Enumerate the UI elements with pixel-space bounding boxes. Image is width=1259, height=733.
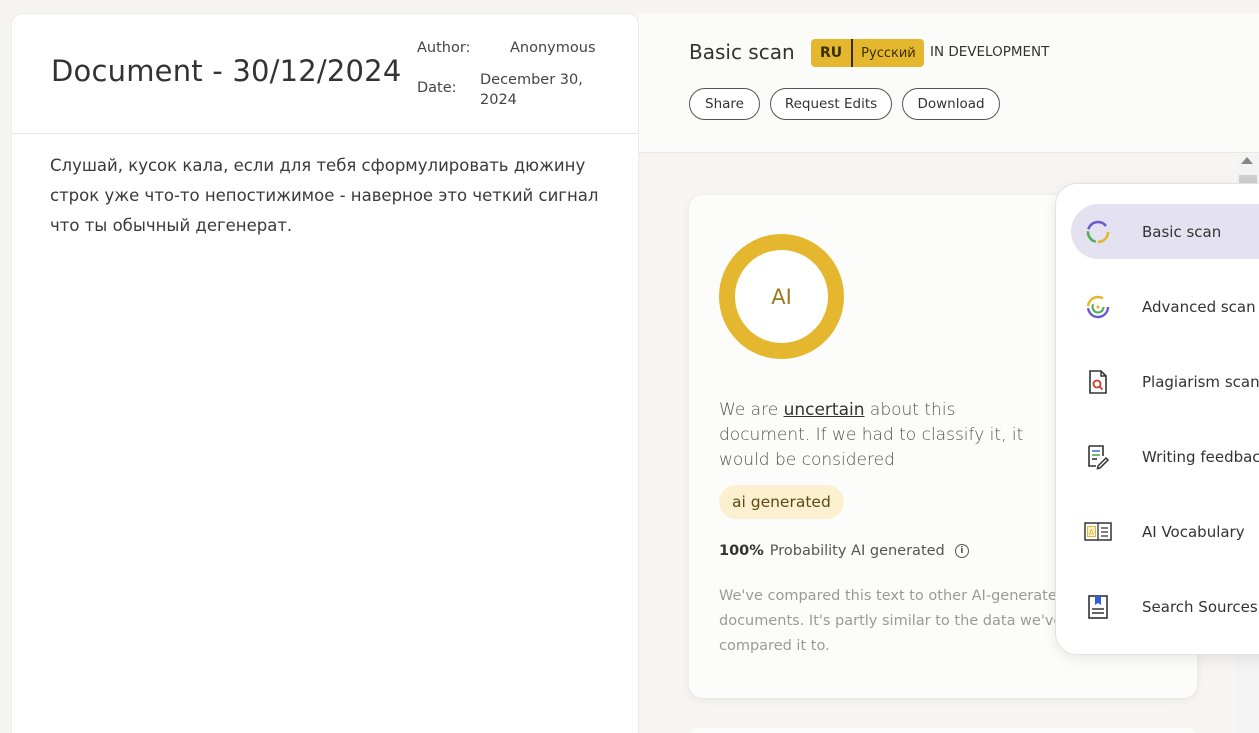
document-title: Document - 30/12/2024 <box>51 54 402 88</box>
svg-text:A: A <box>1089 528 1095 537</box>
ring-label: AI <box>771 284 792 309</box>
menu-label: Advanced scan <box>1142 297 1256 316</box>
scan-topbar: Basic scan RU Русский IN DEVELOPMENT Sha… <box>639 13 1259 153</box>
verdict-text: We are uncertain about this document. If… <box>719 398 1049 473</box>
app-page: Document - 30/12/2024 Author: Anonymous … <box>0 0 1259 733</box>
menu-label: Writing feedback <box>1142 447 1259 466</box>
verdict-prefix: We are <box>719 400 784 420</box>
document-body[interactable]: Слушай, кусок кала, если для тебя сформу… <box>50 151 610 241</box>
search-sources-icon <box>1084 593 1112 621</box>
menu-item-advanced-scan[interactable]: Advanced scan <box>1071 279 1259 334</box>
menu-label: Search Sources <box>1142 597 1258 616</box>
menu-label: Plagiarism scan <box>1142 372 1259 391</box>
probability-value: 100% <box>719 543 764 559</box>
menu-item-plagiarism-scan[interactable]: Plagiarism scan <box>1071 354 1259 409</box>
comparison-text: We've compared this text to other AI-gen… <box>719 588 1066 654</box>
date-label: Date: <box>417 80 457 96</box>
ai-score-ring: AI <box>719 234 844 359</box>
document-panel: Document - 30/12/2024 Author: Anonymous … <box>11 13 639 733</box>
menu-label: Basic scan <box>1142 222 1222 241</box>
info-icon[interactable]: i <box>954 544 969 558</box>
next-result-card <box>689 728 1197 733</box>
share-button[interactable]: Share <box>689 88 760 120</box>
classification-tag: ai generated <box>719 485 844 519</box>
menu-label: AI Vocabulary <box>1142 522 1245 541</box>
writing-feedback-icon <box>1084 443 1112 471</box>
scan-type-menu: Basic scan Advanced scan Plagiarism scan… <box>1055 183 1259 655</box>
author-value: Anonymous <box>510 40 596 56</box>
menu-item-search-sources[interactable]: Search Sources <box>1071 579 1259 634</box>
menu-item-ai-vocabulary[interactable]: A AI Vocabulary <box>1071 504 1259 559</box>
scan-title: Basic scan <box>689 40 795 64</box>
language-name: Русский <box>861 45 916 61</box>
verdict-emphasis[interactable]: uncertain <box>784 400 865 420</box>
language-code: RU <box>820 45 843 61</box>
scroll-up-arrow-icon[interactable] <box>1241 157 1253 164</box>
language-badge[interactable]: RU Русский <box>811 39 924 67</box>
request-edits-button[interactable]: Request Edits <box>770 88 892 120</box>
menu-item-writing-feedback[interactable]: Writing feedback <box>1071 429 1259 484</box>
author-label: Author: <box>417 40 471 56</box>
probability-row: 100% Probability AI generated i <box>719 543 969 559</box>
basic-scan-icon <box>1084 218 1112 246</box>
probability-text: Probability AI generated <box>769 543 945 559</box>
document-header: Document - 30/12/2024 Author: Anonymous … <box>12 14 638 134</box>
advanced-scan-icon <box>1084 293 1112 321</box>
plagiarism-icon <box>1084 368 1112 396</box>
ai-vocabulary-icon: A <box>1084 518 1112 546</box>
date-value: December 30, 2024 <box>480 72 583 108</box>
menu-item-basic-scan[interactable]: Basic scan <box>1071 204 1259 259</box>
download-button[interactable]: Download <box>902 88 1000 120</box>
status-label: IN DEVELOPMENT <box>930 44 1050 60</box>
